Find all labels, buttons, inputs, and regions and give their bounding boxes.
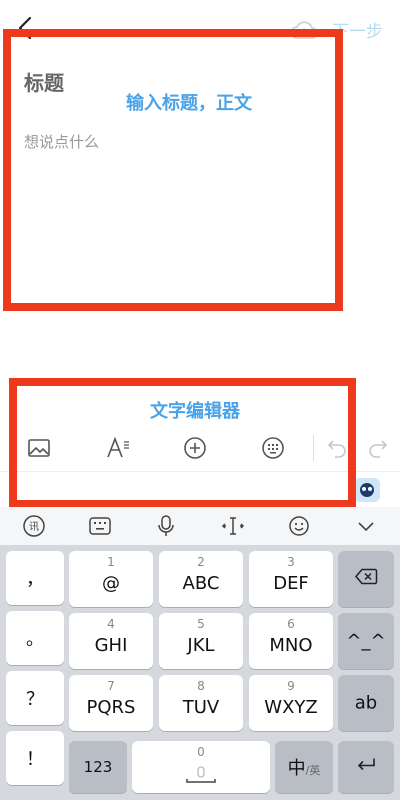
key-1[interactable]: 1 @ bbox=[69, 551, 153, 607]
enter-key[interactable] bbox=[338, 741, 394, 793]
key-3[interactable]: 3 DEF bbox=[249, 551, 333, 607]
annotation-text-editor: 文字编辑器 bbox=[150, 401, 240, 422]
keyboard: ， 。 ？ 1 @ 2 ABC 3 DEF 4 GHI 5 JKL 6 MNO ^_^ 7P… bbox=[0, 545, 400, 800]
key-period[interactable]: 。 bbox=[6, 611, 64, 665]
key-6[interactable]: 6 MNO bbox=[249, 613, 333, 669]
key-question[interactable]: ？ bbox=[6, 671, 64, 725]
backspace-key[interactable] bbox=[338, 551, 394, 607]
key-exclaim[interactable]: ！ bbox=[6, 731, 64, 785]
backspace-icon bbox=[338, 568, 394, 591]
microphone-icon[interactable] bbox=[152, 512, 180, 540]
highlight-box-editor bbox=[3, 29, 343, 311]
collapse-keyboard-icon[interactable] bbox=[352, 512, 380, 540]
space-key[interactable]: 0 bbox=[132, 741, 270, 793]
emoji-icon[interactable] bbox=[285, 512, 313, 540]
key-4[interactable]: 4 GHI bbox=[69, 613, 153, 669]
numbers-key[interactable]: 123 bbox=[69, 741, 127, 793]
assistant-avatar-icon[interactable] bbox=[354, 478, 380, 502]
key-8[interactable]: 8 TUV bbox=[159, 675, 243, 731]
language-switch-key[interactable]: 中/英 bbox=[275, 741, 333, 793]
keyboard-top-bar: 讯 bbox=[0, 507, 400, 545]
key-9[interactable]: 9 WXYZ bbox=[249, 675, 333, 731]
ime-logo-icon[interactable]: 讯 bbox=[20, 512, 48, 540]
space-voice-icon bbox=[132, 765, 270, 789]
key-2[interactable]: 2 ABC bbox=[159, 551, 243, 607]
cursor-move-icon[interactable] bbox=[219, 512, 247, 540]
redo-icon[interactable] bbox=[363, 433, 393, 463]
key-comma[interactable]: ， bbox=[6, 551, 64, 605]
svg-text:讯: 讯 bbox=[29, 521, 39, 533]
key-7[interactable]: 7 PQRS bbox=[69, 675, 153, 731]
keyboard-layout-icon[interactable] bbox=[86, 512, 114, 540]
enter-icon bbox=[338, 756, 394, 779]
emoticon-key[interactable]: ^_^ bbox=[338, 613, 394, 669]
key-5[interactable]: 5 JKL bbox=[159, 613, 243, 669]
ab-key[interactable]: ab bbox=[338, 675, 394, 731]
